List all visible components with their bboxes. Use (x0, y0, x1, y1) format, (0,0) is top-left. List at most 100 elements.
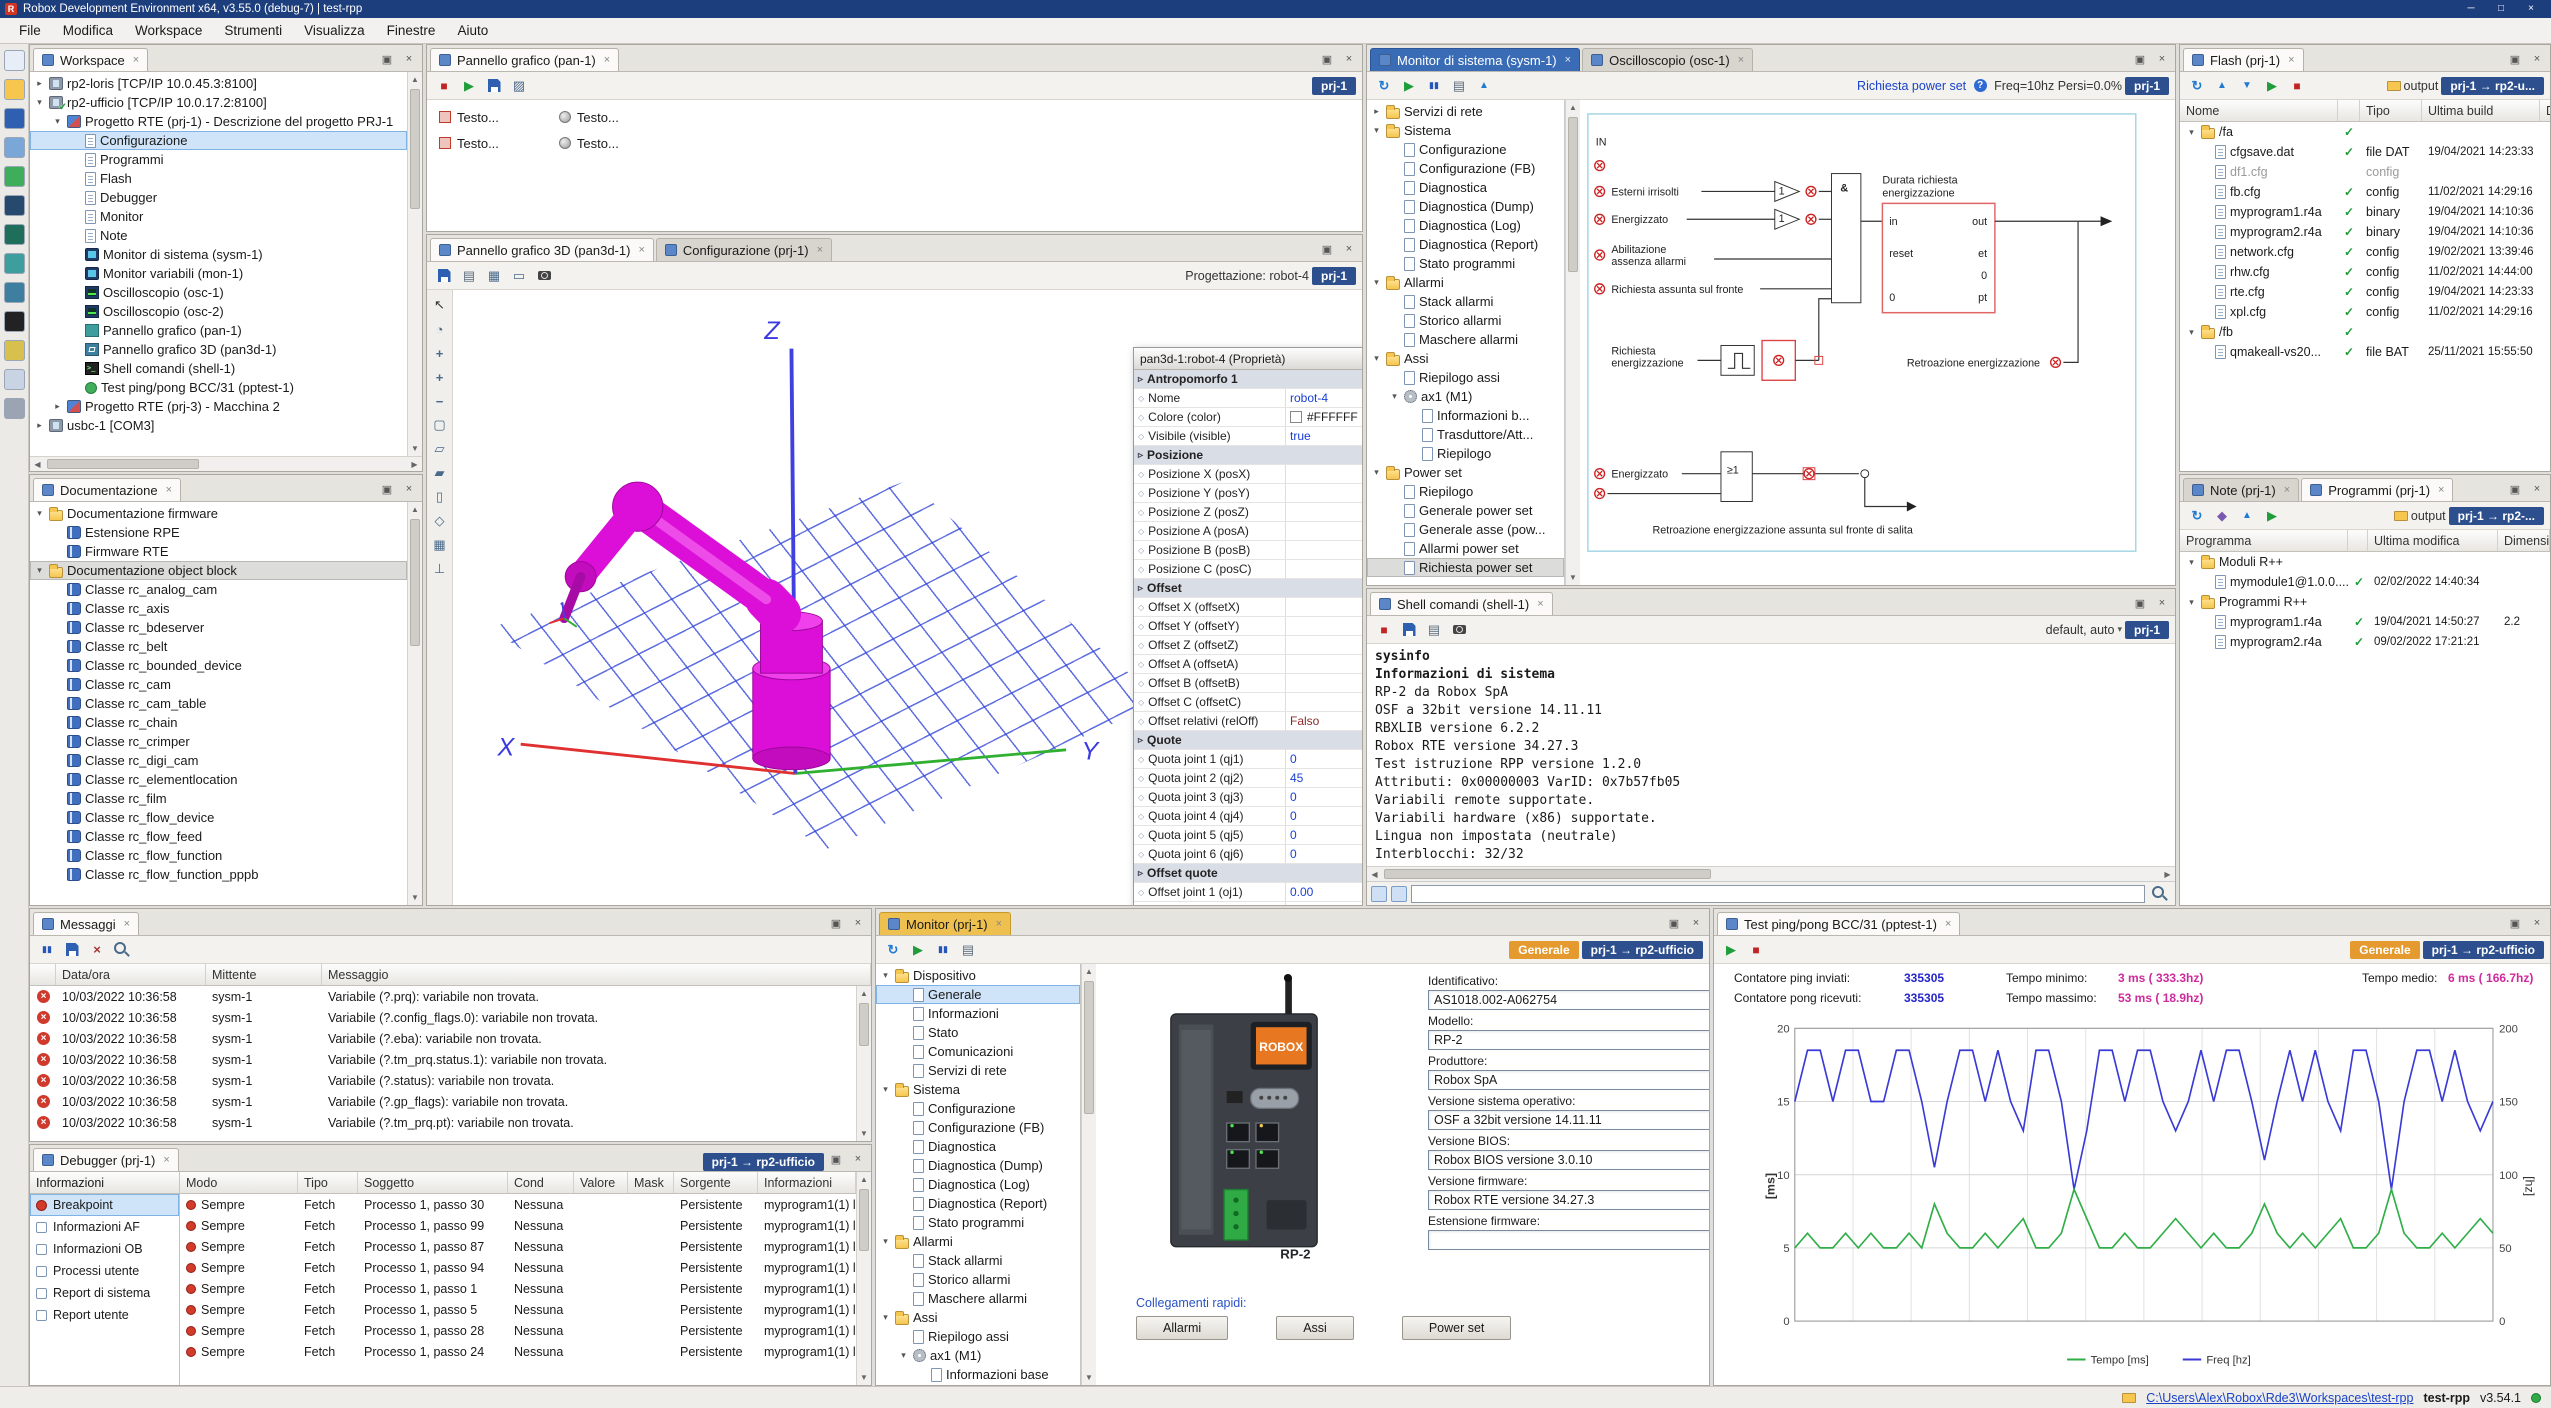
view-tool-icon[interactable] (429, 318, 451, 340)
property-row[interactable]: Quota joint 1 (qj1) 0 (1134, 750, 1362, 769)
float-icon[interactable]: ▣ (2505, 479, 2525, 499)
tab-close-icon[interactable]: × (2284, 484, 2290, 496)
expand-icon[interactable] (2186, 127, 2197, 138)
property-row[interactable]: Quota joint 4 (qj4) 0 (1134, 807, 1362, 826)
toolbar-icon[interactable] (2261, 75, 2283, 97)
tree-item[interactable]: Allarmi (876, 1232, 1080, 1251)
property-row[interactable]: Colore (color) #FFFFFF (1134, 408, 1362, 427)
property-value[interactable]: 0 (1285, 826, 1362, 844)
horizontal-scrollbar[interactable]: ◀▶ (1367, 866, 2175, 881)
macro-icon[interactable] (1391, 886, 1407, 902)
tree-item[interactable]: Monitor di sistema (sysm-1) (30, 245, 407, 264)
file-row[interactable]: /fb (2180, 322, 2550, 342)
property-row[interactable]: Offset (1134, 579, 1362, 598)
toolbar-icon[interactable] (1448, 75, 1470, 97)
property-value[interactable] (1285, 522, 1362, 540)
property-value[interactable]: true (1285, 427, 1362, 445)
sidebar-item[interactable]: Processi utente (30, 1260, 179, 1282)
close-icon[interactable]: × (2527, 49, 2547, 69)
expand-icon[interactable] (34, 508, 45, 519)
sidebar-item[interactable]: Informazioni AF (30, 1216, 179, 1238)
breakpoint-row[interactable]: Sempre Fetch Processo 1, passo 1 Nessuna… (180, 1278, 856, 1299)
property-value[interactable] (1285, 864, 1362, 882)
property-row[interactable]: Offset Y (offsetY) (1134, 617, 1362, 636)
message-row[interactable]: 10/03/2022 10:36:58 sysm-1 Variabile (?.… (30, 1070, 856, 1091)
tab-close-icon[interactable]: × (1945, 918, 1951, 930)
close-button[interactable]: × (2516, 0, 2546, 18)
close-icon[interactable]: × (848, 1149, 868, 1169)
message-row[interactable]: 10/03/2022 10:36:58 sysm-1 Variabile (?.… (30, 1049, 856, 1070)
tree-item[interactable]: Sistema (1367, 121, 1564, 140)
tree-item[interactable]: rp2-loris [TCP/IP 10.0.45.3:8100] (30, 74, 407, 93)
tree-item[interactable]: Stack allarmi (876, 1251, 1080, 1270)
breakpoint-row[interactable]: Sempre Fetch Processo 1, passo 5 Nessuna… (180, 1299, 856, 1320)
property-value[interactable]: 0.00 (1285, 883, 1362, 901)
tab-close-icon[interactable]: × (1565, 54, 1571, 66)
tab-oscilloscopio[interactable]: Oscilloscopio (osc-1)× (1582, 48, 1753, 71)
property-value[interactable] (1285, 541, 1362, 559)
property-value[interactable]: 0 (1285, 807, 1362, 825)
column-header[interactable]: Tipo (298, 1172, 358, 1193)
history-icon[interactable] (1371, 886, 1387, 902)
property-row[interactable]: Offset X (offsetX) (1134, 598, 1362, 617)
tree-item[interactable]: Oscilloscopio (osc-1) (30, 283, 407, 302)
vertical-scrollbar[interactable]: ▲▼ (856, 1172, 871, 1385)
float-icon[interactable]: ▣ (2505, 49, 2525, 69)
expand-icon[interactable] (1371, 125, 1382, 136)
float-icon[interactable]: ▣ (826, 913, 846, 933)
toolbar-icon[interactable] (508, 265, 530, 287)
expand-icon[interactable] (1371, 353, 1382, 364)
tab-close-icon[interactable]: × (1738, 54, 1744, 66)
tree-item[interactable]: Riepilogo (1367, 444, 1564, 463)
help-icon[interactable] (1969, 75, 1991, 97)
view-tool-icon[interactable] (429, 510, 451, 532)
tree-item[interactable]: Diagnostica (1367, 178, 1564, 197)
column-header[interactable]: Mittente (206, 964, 322, 985)
property-value[interactable]: 0.00 (1285, 902, 1362, 905)
sidebar-tool-icon[interactable] (4, 50, 25, 71)
expand-icon[interactable] (898, 1350, 909, 1361)
expand-icon[interactable] (880, 970, 891, 981)
property-value[interactable] (1285, 446, 1362, 464)
sidebar-tool-icon[interactable] (4, 224, 25, 245)
breakpoint-row[interactable]: Sempre Fetch Processo 1, passo 87 Nessun… (180, 1236, 856, 1257)
sidebar-tool-icon[interactable] (4, 282, 25, 303)
sidebar-tool-icon[interactable] (4, 108, 25, 129)
tree-item[interactable]: Configurazione (FB) (1367, 159, 1564, 178)
shell-mode-select[interactable]: default, auto (2046, 623, 2115, 637)
expand-icon[interactable] (1371, 106, 1382, 117)
tab-close-icon[interactable]: × (1537, 598, 1543, 610)
expand-icon[interactable] (1389, 391, 1400, 402)
tree-item[interactable]: Riepilogo assi (1367, 368, 1564, 387)
tab-close-icon[interactable]: × (638, 244, 644, 256)
tab-pptest[interactable]: Test ping/pong BCC/31 (pptest-1)× (1717, 912, 1960, 935)
program-row[interactable]: myprogram2.r4a 09/02/2022 17:21:21 (2180, 632, 2550, 652)
property-row[interactable]: Quota joint 6 (qj6) 0 (1134, 845, 1362, 864)
menu-item[interactable]: Strumenti (213, 19, 293, 42)
column-header[interactable]: Ultima modifica (2368, 530, 2498, 551)
tab-configurazione[interactable]: Configurazione (prj-1)× (656, 238, 832, 261)
tree-item[interactable]: Dispositivo (876, 966, 1080, 985)
tab-note[interactable]: Note (prj-1)× (2183, 478, 2299, 501)
toolbar-icon[interactable] (882, 939, 904, 961)
expand-icon[interactable] (880, 1312, 891, 1323)
tree-item[interactable]: Programmi (30, 150, 407, 169)
menu-item[interactable]: Workspace (124, 19, 213, 42)
tree-item[interactable]: ax1 (M1) (1367, 387, 1564, 406)
view-tool-icon[interactable] (429, 390, 451, 412)
tree-item[interactable]: Classe rc_elementlocation (30, 770, 407, 789)
toolbar-icon[interactable] (2236, 75, 2258, 97)
tree-item[interactable]: Firmware RTE (30, 542, 407, 561)
file-row[interactable]: cfgsave.dat file DAT 19/04/2021 14:23:33 (2180, 142, 2550, 162)
view-tool-icon[interactable] (429, 366, 451, 388)
sidebar-tool-icon[interactable] (4, 311, 25, 332)
toolbar-icon[interactable] (1373, 75, 1395, 97)
close-icon[interactable]: × (2527, 913, 2547, 933)
vertical-scrollbar[interactable]: ▲▼ (1081, 964, 1096, 1385)
tree-item[interactable]: Classe rc_chain (30, 713, 407, 732)
field-value-input[interactable]: OSF a 32bit versione 14.11.11 (1428, 1110, 1709, 1130)
property-value[interactable] (1285, 465, 1362, 483)
property-value[interactable] (1285, 617, 1362, 635)
float-icon[interactable]: ▣ (377, 479, 397, 499)
tree-item[interactable]: Note (30, 226, 407, 245)
